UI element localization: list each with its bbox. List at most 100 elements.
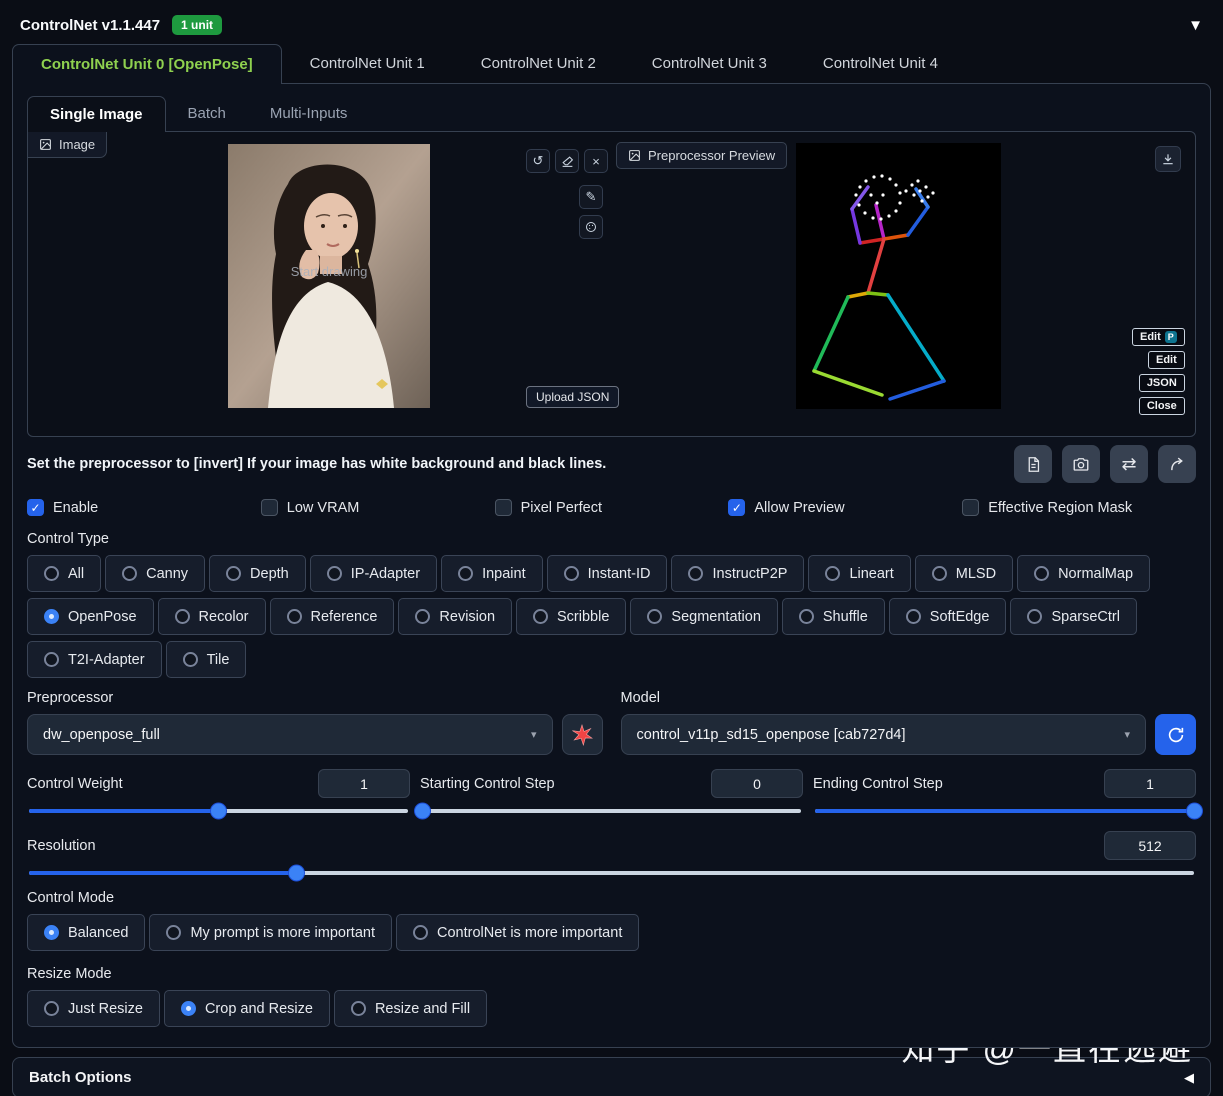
control-type-depth[interactable]: Depth (209, 555, 306, 592)
control-type-tile[interactable]: Tile (165, 641, 247, 678)
tab-controlnet-unit-4[interactable]: ControlNet Unit 4 (795, 44, 966, 83)
control-type-instant-id[interactable]: Instant-ID (546, 555, 668, 592)
slider-handle[interactable] (1186, 803, 1202, 819)
control-type-sparsectrl[interactable]: SparseCtrl (1010, 598, 1137, 635)
slider-handle[interactable] (211, 803, 226, 819)
note-row: Set the preprocessor to [invert] If your… (27, 445, 1196, 483)
control-type-segmentation[interactable]: Segmentation (630, 598, 778, 635)
clear-image-icon[interactable]: × (584, 149, 608, 173)
close-button[interactable]: Close (1138, 397, 1185, 415)
control-type-inpaint[interactable]: Inpaint (441, 555, 543, 592)
brush-icon[interactable]: ✎ (579, 185, 603, 209)
tab-controlnet-unit-2[interactable]: ControlNet Unit 2 (453, 44, 624, 83)
control-weight-slider[interactable] (29, 803, 408, 819)
chip-label: IP-Adapter (350, 565, 421, 582)
resolution-slider[interactable] (29, 865, 1194, 881)
batch-options-accordion[interactable]: Batch Options ◀ (12, 1057, 1211, 1096)
control-type-lineart[interactable]: Lineart (808, 555, 911, 592)
control-type-all[interactable]: All (27, 555, 102, 592)
checkbox-effective-region-mask[interactable]: Effective Region Mask (962, 499, 1196, 516)
dropdown-row: Preprocessor dw_openpose_full ▾ Model co… (27, 690, 1196, 755)
slider-handle[interactable] (289, 865, 305, 881)
image-label: Image (59, 137, 96, 152)
tab-controlnet-unit-1[interactable]: ControlNet Unit 1 (282, 44, 453, 83)
resize-mode-just-resize[interactable]: Just Resize (27, 990, 160, 1027)
openpose-preview-image[interactable] (796, 143, 1001, 409)
unchecked-checkbox-icon[interactable] (494, 499, 512, 516)
control-type-reference[interactable]: Reference (269, 598, 395, 635)
edit-photopea-label: Edit (1140, 331, 1161, 343)
starting-step-label: Starting Control Step (420, 775, 555, 792)
ending-step-label: Ending Control Step (813, 775, 943, 792)
send-arrow-icon[interactable] (1158, 445, 1196, 483)
control-weight-label: Control Weight (27, 775, 123, 792)
radio-icon (458, 566, 474, 581)
edit-button[interactable]: Edit (1148, 351, 1185, 369)
image-toolbar: ↺ × (526, 149, 608, 173)
control-type-normalmap[interactable]: NormalMap (1017, 555, 1151, 592)
checkbox-pixel-perfect[interactable]: Pixel Perfect (494, 499, 729, 516)
checkbox-low-vram[interactable]: Low VRAM (260, 499, 495, 516)
source-image[interactable] (228, 144, 430, 408)
control-type-ip-adapter[interactable]: IP-Adapter (309, 555, 438, 592)
download-icon[interactable] (1155, 146, 1181, 172)
notepad-icon[interactable] (1014, 445, 1052, 483)
resize-mode-crop-and-resize[interactable]: Crop and Resize (163, 990, 330, 1027)
chip-label: SoftEdge (929, 608, 990, 625)
collapse-arrow-icon[interactable]: ▼ (1188, 17, 1203, 34)
slider-handle[interactable] (414, 803, 430, 819)
tab-multi-inputs[interactable]: Multi-Inputs (248, 96, 370, 131)
refresh-models-button[interactable] (1155, 714, 1196, 755)
checkbox-enable[interactable]: ✓ Enable (27, 499, 261, 516)
control-type-shuffle[interactable]: Shuffle (781, 598, 885, 635)
control-type-canny[interactable]: Canny (105, 555, 206, 592)
radio-icon (226, 566, 242, 581)
model-select[interactable]: control_v11p_sd15_openpose [cab727d4] ▾ (620, 714, 1146, 755)
starting-step-slider[interactable] (414, 803, 801, 819)
control-type-scribble[interactable]: Scribble (516, 598, 627, 635)
json-button[interactable]: JSON (1138, 374, 1185, 392)
resolution-input[interactable] (1104, 831, 1196, 860)
unchecked-checkbox-icon[interactable] (260, 499, 278, 516)
control-type-openpose[interactable]: OpenPose (27, 598, 154, 635)
control-type-revision[interactable]: Revision (398, 598, 513, 635)
tab-controlnet-unit-0-openpose[interactable]: ControlNet Unit 0 [OpenPose] (12, 44, 282, 84)
edit-photopea-button[interactable]: Edit P (1132, 328, 1185, 346)
control-type-recolor[interactable]: Recolor (157, 598, 266, 635)
checked-checkbox-icon[interactable]: ✓ (728, 499, 746, 516)
checkbox-allow-preview[interactable]: ✓ Allow Preview (728, 499, 962, 516)
control-type-mlsd[interactable]: MLSD (914, 555, 1014, 592)
starting-step-group: Starting Control Step (414, 769, 803, 821)
eraser-icon[interactable] (555, 149, 579, 173)
resize-mode-resize-and-fill[interactable]: Resize and Fill (333, 990, 488, 1027)
undo-icon[interactable]: ↺ (526, 149, 550, 173)
preprocessor-select[interactable]: dw_openpose_full ▾ (27, 714, 553, 755)
tab-single-image[interactable]: Single Image (27, 96, 166, 132)
swap-dimensions-icon[interactable]: ⇄ (1110, 445, 1148, 483)
control-mode-balanced[interactable]: Balanced (27, 914, 146, 951)
tab-batch[interactable]: Batch (166, 96, 248, 131)
chip-label: OpenPose (68, 608, 137, 625)
input-tab-bar: Single Image Batch Multi-Inputs (27, 96, 1196, 132)
upload-json-button[interactable]: Upload JSON (526, 386, 620, 408)
run-preprocessor-button[interactable] (561, 714, 603, 755)
control-type-instructp2p[interactable]: InstructP2P (671, 555, 805, 592)
checked-checkbox-icon[interactable]: ✓ (27, 499, 44, 516)
camera-icon[interactable] (1062, 445, 1100, 483)
chip-label: Recolor (198, 608, 249, 625)
resolution-group: Resolution (27, 831, 1196, 881)
control-mode-controlnet-is-more-important[interactable]: ControlNet is more important (396, 914, 640, 951)
unit-panel: Single Image Batch Multi-Inputs Image St… (12, 83, 1211, 1048)
unchecked-checkbox-icon[interactable] (962, 499, 980, 516)
tab-controlnet-unit-3[interactable]: ControlNet Unit 3 (624, 44, 795, 83)
control-weight-input[interactable] (318, 769, 410, 798)
control-type-softedge[interactable]: SoftEdge (888, 598, 1007, 635)
palette-icon[interactable] (579, 215, 603, 239)
ending-step-slider[interactable] (815, 803, 1202, 819)
radio-icon (931, 566, 947, 581)
starting-step-input[interactable] (711, 769, 803, 798)
invert-note: Set the preprocessor to [invert] If your… (27, 456, 607, 472)
ending-step-input[interactable] (1104, 769, 1196, 798)
control-type-t2i-adapter[interactable]: T2I-Adapter (27, 641, 162, 678)
control-mode-my-prompt-is-more-important[interactable]: My prompt is more important (149, 914, 392, 951)
